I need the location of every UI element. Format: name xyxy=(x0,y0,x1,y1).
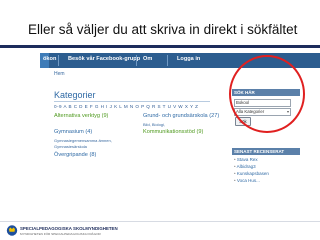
highlight-circle xyxy=(229,55,305,133)
recent-reviews-title: SENAST RECENSERAT xyxy=(232,148,300,155)
bullet-icon: • xyxy=(234,178,236,183)
bullet-icon: • xyxy=(234,157,236,162)
nav-item-om[interactable]: Om xyxy=(143,56,152,62)
nav-item-login[interactable]: Logga in xyxy=(177,56,200,62)
home-breadcrumb[interactable]: Hem xyxy=(54,71,65,77)
nav-separator xyxy=(136,55,137,66)
alphabet-filter[interactable]: 0-9 A B C D E F G H I J K L M N O P Q R … xyxy=(54,104,198,109)
recent-item[interactable]: • Albidrag3 xyxy=(234,164,256,169)
organization-name: SPECIALPEDAGOGISKA SKOLMYNDIGHETEN xyxy=(20,226,118,231)
slide-title: Eller så väljer du att skriva in direkt … xyxy=(28,22,298,37)
nav-separator xyxy=(58,55,59,66)
footer-divider xyxy=(0,221,320,222)
nav-separator xyxy=(167,55,168,66)
nav-item-facebook[interactable]: Besök vår Facebook-grupp xyxy=(68,56,140,62)
title-rule xyxy=(0,45,320,48)
nav-item-ekon[interactable]: ökon xyxy=(43,56,56,62)
bullet-icon: • xyxy=(234,164,236,169)
heading-underline xyxy=(54,101,210,102)
recent-item[interactable]: • Stava Rex xyxy=(234,157,258,162)
bullet-icon: • xyxy=(234,171,236,176)
subcategory-link[interactable]: Gymnasiegemensamma ämnen, xyxy=(54,138,112,143)
category-alternativa-verktyg[interactable]: Alternativa verktyg (9) xyxy=(54,113,108,119)
category-kommunikationsstod[interactable]: Kommunikationsstöd (9) xyxy=(143,129,203,135)
category-gymnasium[interactable]: Gymnasium (4) xyxy=(54,129,92,135)
crown-logo-icon xyxy=(6,225,18,236)
category-grund-och-grundsarskola[interactable]: Grund- och grundsärskola (27) xyxy=(143,113,219,119)
page-heading: Kategorier xyxy=(54,90,96,100)
recent-item[interactable]: • Voca Hus... xyxy=(234,178,260,183)
category-overgripande[interactable]: Övergripande (8) xyxy=(54,152,96,158)
recent-item[interactable]: • Kunskapsbasen xyxy=(234,171,269,176)
subcategory-link[interactable]: Bild, Biologi, xyxy=(143,122,165,127)
organization-subtitle: MYNDIGHETEN FÖR SPECIALPEDAGOGISKA FRÅGO… xyxy=(20,232,101,236)
subcategory-link[interactable]: Gymnasiesärskola xyxy=(54,144,87,149)
